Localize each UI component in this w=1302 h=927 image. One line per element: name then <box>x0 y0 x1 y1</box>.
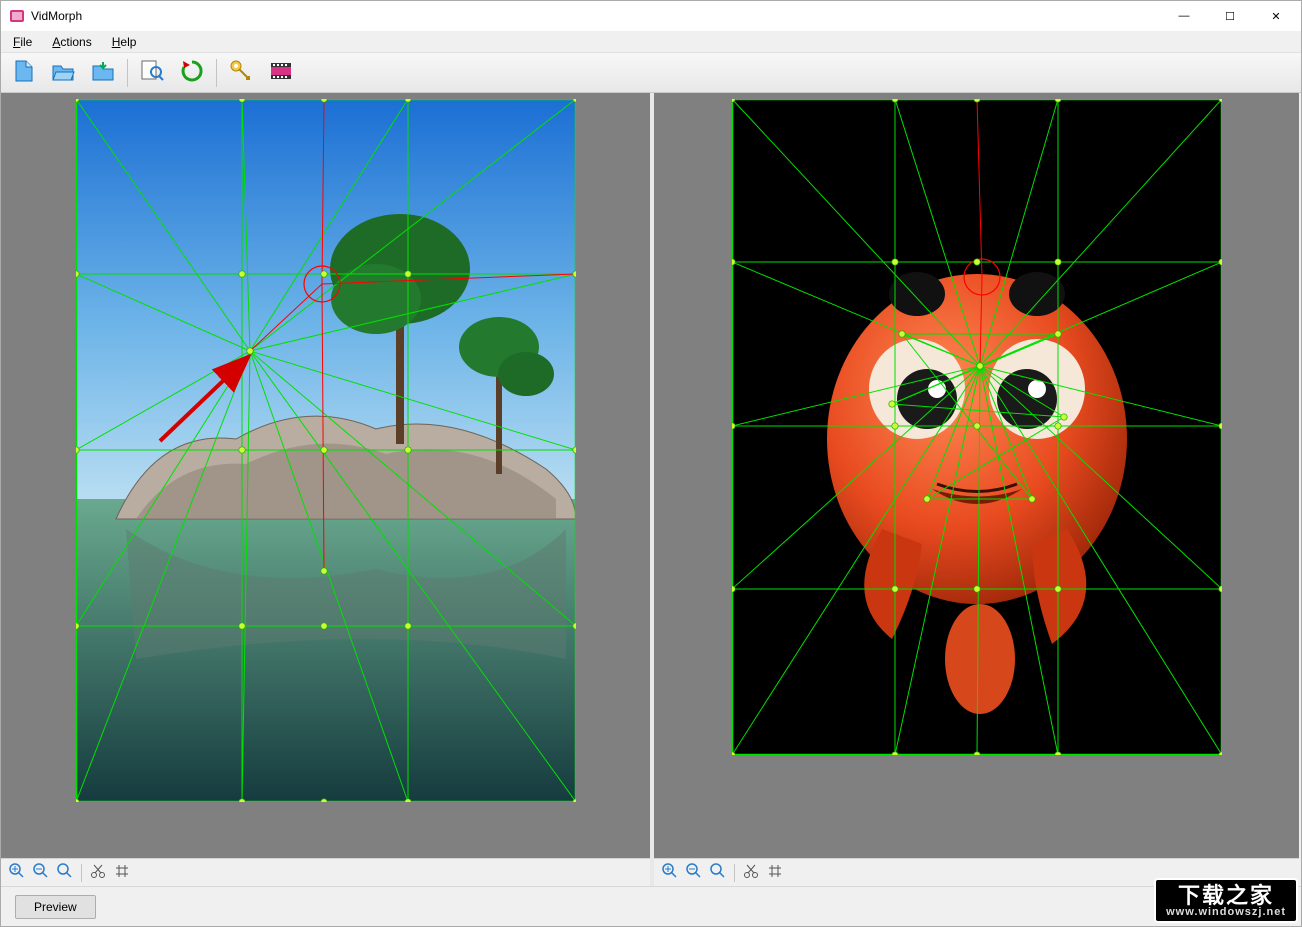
save-project-button[interactable] <box>85 56 121 90</box>
smalltool-separator <box>734 864 735 882</box>
refresh-button[interactable] <box>174 56 210 90</box>
footer: Preview Morph <box>1 886 1301 926</box>
zoom-out-button[interactable] <box>683 862 705 884</box>
options-button[interactable] <box>223 56 259 90</box>
toolbar-separator <box>127 59 128 87</box>
options-key-icon <box>228 58 254 87</box>
target-panel <box>650 93 1299 886</box>
watermark-title: 下载之家 <box>1166 884 1286 907</box>
grid-icon <box>114 863 130 882</box>
source-panel <box>1 93 650 886</box>
preview-button-label: Preview <box>34 900 77 914</box>
watermark-url: www.windowszj.net <box>1166 907 1286 919</box>
zoom-fit-button[interactable] <box>54 862 76 884</box>
grid-button[interactable] <box>111 862 133 884</box>
zoom-in-button[interactable] <box>659 862 681 884</box>
zoom-fit-icon <box>57 863 73 882</box>
save-project-icon <box>90 58 116 87</box>
zoom-fit-button[interactable] <box>707 862 729 884</box>
source-canvas-bay[interactable] <box>1 93 650 858</box>
window-title: VidMorph <box>31 9 1161 23</box>
preview-button[interactable]: Preview <box>15 895 96 919</box>
smalltool-separator <box>81 864 82 882</box>
menu-file[interactable]: File <box>3 33 42 51</box>
open-project-icon <box>50 58 76 87</box>
zoom-page-button[interactable] <box>134 56 170 90</box>
grid-button[interactable] <box>764 862 786 884</box>
new-project-button[interactable] <box>5 56 41 90</box>
grid-icon <box>767 863 783 882</box>
refresh-icon <box>179 58 205 87</box>
close-button[interactable]: ✕ <box>1253 1 1299 31</box>
render-movie-icon <box>268 58 294 87</box>
toolbar <box>1 53 1301 93</box>
app-icon <box>9 8 25 24</box>
zoom-in-icon <box>9 863 25 882</box>
menu-actions[interactable]: Actions <box>42 33 101 51</box>
render-movie-button[interactable] <box>263 56 299 90</box>
cut-button[interactable] <box>740 862 762 884</box>
open-project-button[interactable] <box>45 56 81 90</box>
source-smalltools <box>1 858 650 886</box>
zoom-out-button[interactable] <box>30 862 52 884</box>
zoom-page-icon <box>139 58 165 87</box>
titlebar[interactable]: VidMorph — ☐ ✕ <box>1 1 1301 31</box>
cut-button[interactable] <box>87 862 109 884</box>
target-image-canvas[interactable] <box>732 99 1222 755</box>
cut-icon <box>743 863 759 882</box>
zoom-out-icon <box>33 863 49 882</box>
minimize-button[interactable]: — <box>1161 1 1207 31</box>
source-image-canvas[interactable] <box>76 99 576 802</box>
zoom-in-icon <box>662 863 678 882</box>
watermark: 下载之家 www.windowszj.net <box>1154 878 1298 923</box>
app-window: VidMorph — ☐ ✕ File Actions Help <box>0 0 1302 927</box>
zoom-out-icon <box>686 863 702 882</box>
toolbar-separator <box>216 59 217 87</box>
menubar: File Actions Help <box>1 31 1301 53</box>
maximize-button[interactable]: ☐ <box>1207 1 1253 31</box>
cut-icon <box>90 863 106 882</box>
content-area <box>1 93 1301 886</box>
menu-help[interactable]: Help <box>102 33 147 51</box>
new-project-icon <box>10 58 36 87</box>
zoom-in-button[interactable] <box>6 862 28 884</box>
target-canvas-bay[interactable] <box>654 93 1299 858</box>
zoom-fit-icon <box>710 863 726 882</box>
